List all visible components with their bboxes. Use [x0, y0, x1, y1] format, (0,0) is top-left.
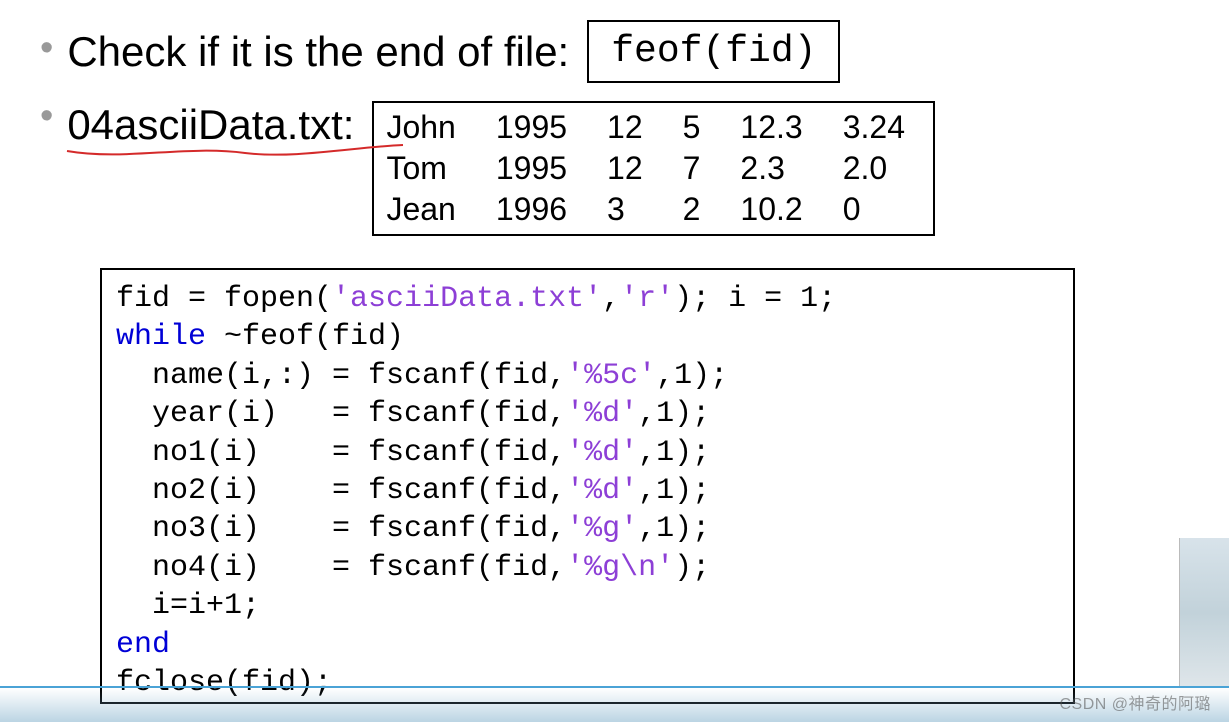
code-string: '%g'	[566, 512, 638, 546]
code-text: ~feof(fid)	[224, 320, 404, 354]
code-string: 'r'	[620, 282, 674, 316]
code-string: '%g\n'	[566, 551, 674, 585]
code-string: 'asciiData.txt'	[332, 282, 602, 316]
bullet-icon: •	[40, 29, 53, 67]
thumbnail-preview	[1179, 538, 1229, 688]
code-keyword: while	[116, 320, 224, 354]
cell: 12.3	[728, 107, 830, 148]
code-string: '%d'	[566, 397, 638, 431]
bullet-item-2: • 04asciiData.txt: John 1995 12 5 12.3 3…	[40, 101, 1199, 236]
cell: 3	[595, 189, 671, 230]
cell: 2	[671, 189, 729, 230]
code-text: no2(i) = fscanf(fid,	[116, 474, 566, 508]
code-text: ,1);	[638, 512, 710, 546]
code-text: ,1);	[638, 436, 710, 470]
cell: 7	[671, 148, 729, 189]
code-text: no3(i) = fscanf(fid,	[116, 512, 566, 546]
code-text: ,	[602, 282, 620, 316]
code-text: i=i+1;	[116, 589, 260, 623]
code-block: fid = fopen('asciiData.txt','r'); i = 1;…	[100, 268, 1075, 704]
hand-underline-icon	[65, 141, 405, 163]
code-string: '%d'	[566, 474, 638, 508]
bullet-icon: •	[40, 97, 53, 135]
code-text: no4(i) = fscanf(fid,	[116, 551, 566, 585]
code-text: year(i) = fscanf(fid,	[116, 397, 566, 431]
code-string: '%d'	[566, 436, 638, 470]
table-row: John 1995 12 5 12.3 3.24	[374, 107, 933, 148]
table-row: Jean 1996 3 2 10.2 0	[374, 189, 933, 230]
cell: 1996	[484, 189, 595, 230]
inline-code-feof: feof(fid)	[587, 20, 840, 83]
code-text: ,1);	[638, 474, 710, 508]
cell: 2.3	[728, 148, 830, 189]
cell: 12	[595, 107, 671, 148]
table-row: Tom 1995 12 7 2.3 2.0	[374, 148, 933, 189]
cell: 1995	[484, 148, 595, 189]
cell: 1995	[484, 107, 595, 148]
code-text: no1(i) = fscanf(fid,	[116, 436, 566, 470]
cell: 12	[595, 148, 671, 189]
bullet-1-text: Check if it is the end of file:	[67, 28, 569, 76]
code-text: ,1);	[656, 359, 728, 393]
video-control-bar[interactable]	[0, 686, 1229, 722]
cell: 2.0	[831, 148, 933, 189]
cell: Jean	[374, 189, 483, 230]
code-string: '%5c'	[566, 359, 656, 393]
code-keyword: end	[116, 628, 170, 662]
code-text: ,1);	[638, 397, 710, 431]
cell: 10.2	[728, 189, 830, 230]
bullet-item-1: • Check if it is the end of file: feof(f…	[40, 20, 1199, 83]
cell: 3.24	[831, 107, 933, 148]
code-text: fid = fopen(	[116, 282, 332, 316]
code-text: name(i,:) = fscanf(fid,	[116, 359, 566, 393]
code-text: ); i = 1;	[674, 282, 836, 316]
watermark-text: CSDN @神奇的阿璐	[1059, 690, 1211, 714]
ascii-data-table: John 1995 12 5 12.3 3.24 Tom 1995 12 7 2…	[372, 101, 935, 236]
cell: 5	[671, 107, 729, 148]
cell: 0	[831, 189, 933, 230]
code-text: );	[674, 551, 710, 585]
